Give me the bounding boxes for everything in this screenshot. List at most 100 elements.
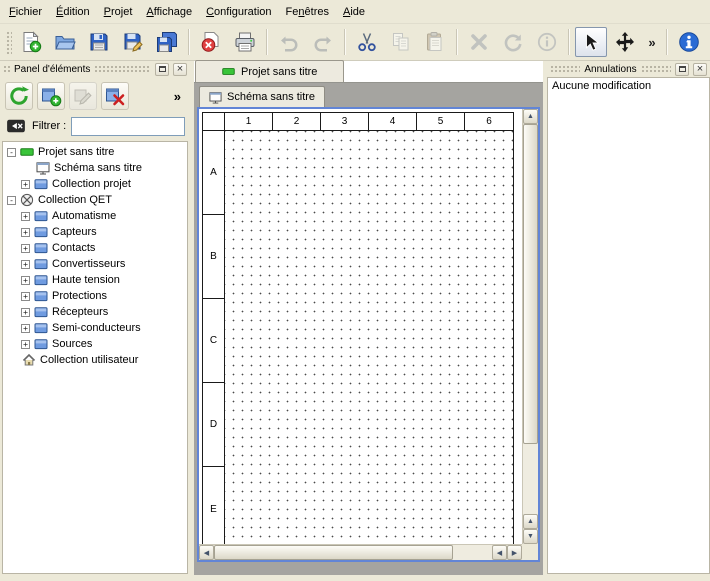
- save-all-schemas-button[interactable]: [151, 27, 183, 57]
- menu-aide[interactable]: Aide: [336, 0, 372, 23]
- about-qet-button[interactable]: [673, 27, 705, 57]
- expand-icon[interactable]: +: [21, 260, 30, 269]
- tree-item-collection-qet[interactable]: -Collection QET: [3, 192, 187, 208]
- tree-item-protections[interactable]: +Protections: [3, 288, 187, 304]
- expand-icon[interactable]: +: [21, 276, 30, 285]
- dock-grip: [641, 65, 671, 73]
- filter-row: Filtrer :: [0, 115, 190, 139]
- hscroll-thumb[interactable]: [214, 545, 453, 560]
- tree-item-collection-projet[interactable]: +Collection projet: [3, 176, 187, 192]
- tree-item-haute-tension[interactable]: +Haute tension: [3, 272, 187, 288]
- scroll-down-icon[interactable]: [523, 529, 538, 544]
- save-project-as-button[interactable]: [117, 27, 149, 57]
- rotate-button[interactable]: [497, 27, 529, 57]
- expand-icon[interactable]: +: [21, 292, 30, 301]
- menu-edition[interactable]: Édition: [49, 0, 97, 23]
- row-label: A: [203, 131, 225, 215]
- tree-item-recepteurs[interactable]: +Récepteurs: [3, 304, 187, 320]
- float-dock-button[interactable]: [675, 63, 689, 76]
- expand-icon[interactable]: +: [21, 228, 30, 237]
- menu-fichier[interactable]: Fichier: [2, 0, 49, 23]
- print-button[interactable]: [229, 27, 261, 57]
- tree-item-automatisme[interactable]: +Automatisme: [3, 208, 187, 224]
- menu-configuration[interactable]: Configuration: [199, 0, 278, 23]
- project-icon: [222, 65, 235, 78]
- schema-icon: [36, 161, 50, 175]
- expand-icon[interactable]: +: [21, 180, 30, 189]
- scroll-left-icon[interactable]: [492, 545, 507, 560]
- rotate-icon: [502, 31, 524, 53]
- elements-panel-dock: Panel d'éléments » Filtrer : -Projet san…: [0, 61, 190, 581]
- project-tab[interactable]: Projet sans titre: [195, 60, 344, 82]
- close-dock-button[interactable]: [173, 63, 187, 76]
- vertical-scrollbar[interactable]: [522, 109, 538, 544]
- vscroll-track[interactable]: [523, 124, 538, 514]
- tree-item-collection-utilisateur[interactable]: Collection utilisateur: [3, 352, 187, 368]
- cut-button[interactable]: [351, 27, 383, 57]
- folder-icon: [34, 337, 48, 351]
- close-dock-button[interactable]: [693, 63, 707, 76]
- project-tab-label: Projet sans titre: [241, 66, 317, 78]
- float-dock-button[interactable]: [155, 63, 169, 76]
- tree-item-semi-conducteurs[interactable]: +Semi-conducteurs: [3, 320, 187, 336]
- horizontal-scrollbar[interactable]: [199, 544, 522, 560]
- ruler-corner: [203, 113, 225, 131]
- tree-item-sources[interactable]: +Sources: [3, 336, 187, 352]
- element-info-button[interactable]: [531, 27, 563, 57]
- expand-icon[interactable]: +: [21, 212, 30, 221]
- expand-icon[interactable]: +: [21, 244, 30, 253]
- toolbar-overflow-button[interactable]: »: [643, 27, 661, 57]
- column-label: 5: [417, 113, 465, 131]
- schema-tab[interactable]: Schéma sans titre: [199, 86, 325, 107]
- tree-item-label: Capteurs: [52, 226, 97, 238]
- reload-collections-button[interactable]: [5, 82, 33, 110]
- edit-element-button[interactable]: [69, 82, 97, 110]
- menu-fenetres[interactable]: Fenêtres: [279, 0, 336, 23]
- toolbar-grip[interactable]: [5, 30, 12, 54]
- project-tabbar: Projet sans titre: [194, 61, 543, 83]
- diagram-viewport[interactable]: 123456 ABCDE: [199, 109, 522, 544]
- tree-item-capteurs[interactable]: + Capteurs: [3, 224, 187, 240]
- undo-dock: Annulations Aucune modification: [547, 61, 710, 581]
- new-element-button[interactable]: [37, 82, 65, 110]
- close-red-icon: [200, 31, 222, 53]
- elements-toolbar-overflow[interactable]: »: [170, 89, 185, 104]
- tree-item-convertisseurs[interactable]: +Convertisseurs: [3, 256, 187, 272]
- delete-button[interactable]: [463, 27, 495, 57]
- open-project-button[interactable]: [49, 27, 81, 57]
- scroll-up-icon[interactable]: [523, 514, 538, 529]
- undo-list[interactable]: Aucune modification: [547, 77, 710, 574]
- expand-icon[interactable]: +: [21, 340, 30, 349]
- undo-button[interactable]: [273, 27, 305, 57]
- vscroll-thumb[interactable]: [523, 124, 538, 444]
- main-area: Panel d'éléments » Filtrer : -Projet san…: [0, 61, 710, 581]
- tree-item-schema-sans-titre[interactable]: Schéma sans titre: [3, 160, 187, 176]
- close-project-button[interactable]: [195, 27, 227, 57]
- selection-mode-button[interactable]: [575, 27, 607, 57]
- refresh-icon: [8, 85, 30, 107]
- tree-item-contacts[interactable]: +Contacts: [3, 240, 187, 256]
- expand-icon[interactable]: +: [21, 324, 30, 333]
- paste-button[interactable]: [419, 27, 451, 57]
- filter-clear-button[interactable]: [5, 116, 27, 136]
- delete-element-button[interactable]: [101, 82, 129, 110]
- copy-button[interactable]: [385, 27, 417, 57]
- elements-dock-titlebar[interactable]: Panel d'éléments: [0, 61, 190, 77]
- new-project-button[interactable]: [15, 27, 47, 57]
- tree-item-projet-sans-titre[interactable]: -Projet sans titre: [3, 144, 187, 160]
- save-project-button[interactable]: [83, 27, 115, 57]
- filter-input[interactable]: [71, 117, 185, 136]
- visualisation-mode-button[interactable]: [609, 27, 641, 57]
- scroll-up-icon[interactable]: [523, 109, 538, 124]
- undo-dock-titlebar[interactable]: Annulations: [547, 61, 710, 77]
- collapse-icon[interactable]: -: [7, 196, 16, 205]
- scroll-right-icon[interactable]: [507, 545, 522, 560]
- menu-affichage[interactable]: Affichage: [139, 0, 199, 23]
- expand-icon[interactable]: +: [21, 308, 30, 317]
- hscroll-track[interactable]: [214, 545, 492, 560]
- column-ruler: 123456: [225, 113, 513, 131]
- scroll-left-icon[interactable]: [199, 545, 214, 560]
- menu-projet[interactable]: Projet: [97, 0, 140, 23]
- redo-button[interactable]: [307, 27, 339, 57]
- collapse-icon[interactable]: -: [7, 148, 16, 157]
